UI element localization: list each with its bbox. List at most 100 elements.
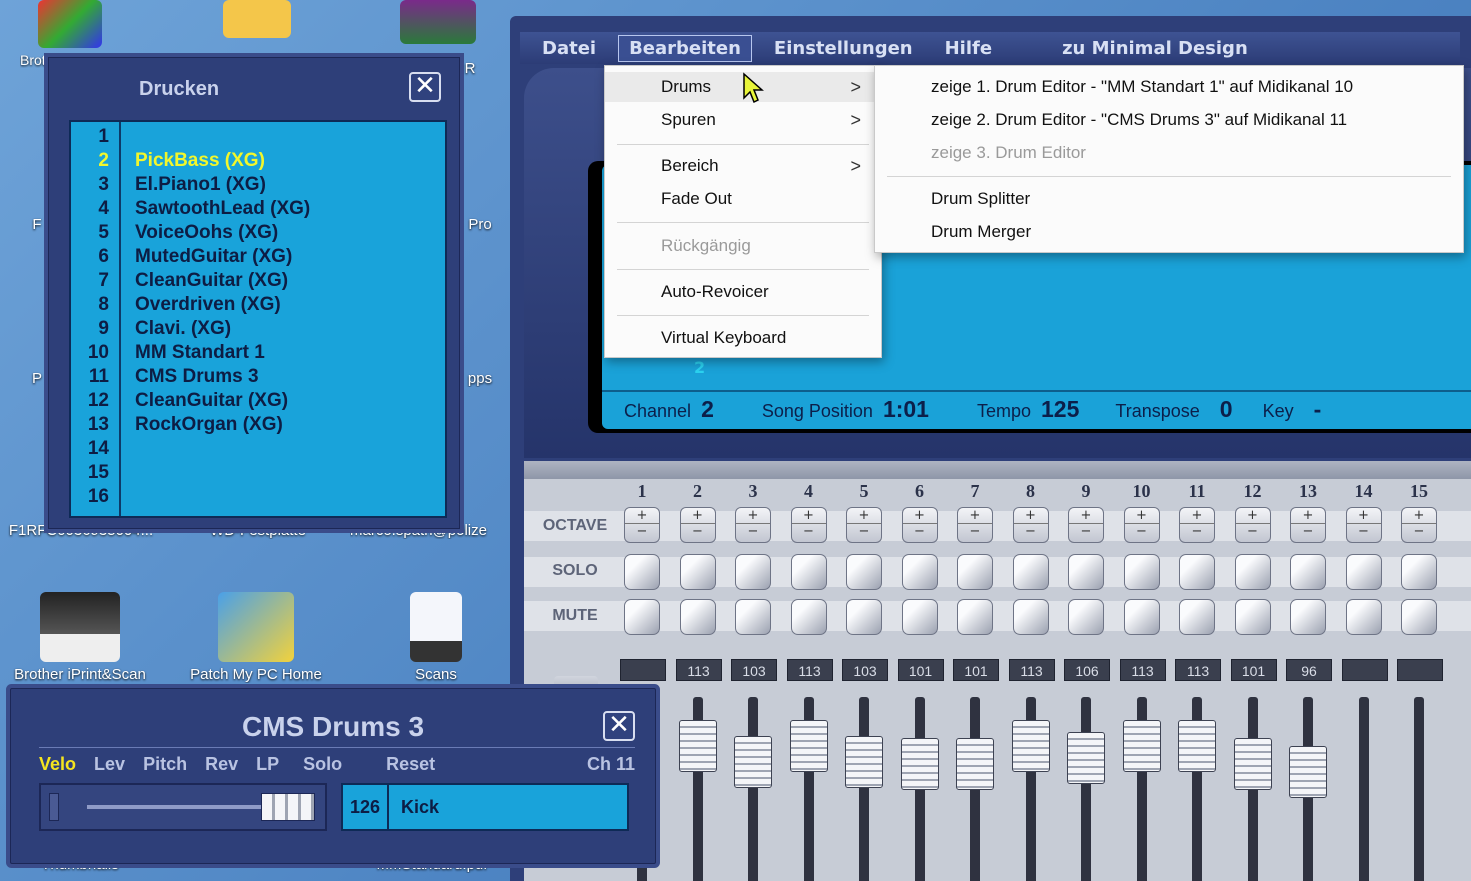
solo-button[interactable]	[1179, 554, 1215, 590]
octave-minus[interactable]: −	[1291, 523, 1325, 539]
octave-button[interactable]: + −	[1345, 507, 1382, 543]
menu-item-fade-out[interactable]: Fade Out	[605, 184, 881, 214]
mute-button[interactable]	[1345, 599, 1382, 635]
menu-einstellungen[interactable]: Einstellungen	[764, 36, 923, 61]
fader-knob[interactable]	[1011, 720, 1050, 772]
menu-item-drum-merger[interactable]: Drum Merger	[875, 217, 1463, 247]
octave-button[interactable]: + −	[846, 507, 882, 543]
desktop-icon[interactable]: Patch My PC Home	[176, 592, 336, 683]
octave-minus[interactable]: −	[1069, 523, 1103, 539]
tab-reset[interactable]: Reset	[386, 754, 435, 775]
desktop-icon[interactable]: P	[30, 370, 44, 387]
mute-button[interactable]	[679, 599, 716, 635]
tab-lp[interactable]: LP	[256, 754, 279, 775]
mute-button[interactable]	[624, 599, 660, 635]
menu-item-spuren[interactable]: Spuren >	[605, 105, 881, 135]
octave-plus[interactable]: +	[625, 508, 659, 523]
menu-item-drum-editor-2[interactable]: zeige 2. Drum Editor - "CMS Drums 3" auf…	[875, 105, 1463, 135]
octave-button[interactable]: + −	[1068, 507, 1104, 543]
octave-minus[interactable]: −	[1180, 523, 1214, 539]
octave-plus[interactable]: +	[1236, 508, 1270, 523]
octave-button[interactable]: + −	[901, 507, 938, 543]
solo-button[interactable]	[1345, 554, 1382, 590]
fader-knob[interactable]	[734, 736, 772, 788]
solo-button[interactable]	[735, 554, 771, 590]
drum-selector[interactable]: 126 Kick	[341, 783, 629, 831]
list-item[interactable]: 12 CleanGuitar (XG)	[71, 390, 445, 414]
list-item[interactable]: 4 SawtoothLead (XG)	[71, 198, 445, 222]
octave-minus[interactable]: −	[1124, 523, 1159, 539]
list-item[interactable]: 9 Clavi. (XG)	[71, 318, 445, 342]
mute-button[interactable]	[901, 599, 938, 635]
list-item[interactable]: 2 PickBass (XG)	[71, 150, 445, 174]
list-item[interactable]: 11 CMS Drums 3	[71, 366, 445, 390]
menu-item-drum-splitter[interactable]: Drum Splitter	[875, 184, 1463, 214]
mute-button[interactable]	[790, 599, 827, 635]
octave-button[interactable]: + −	[735, 507, 771, 543]
octave-minus[interactable]: −	[1402, 523, 1436, 539]
solo-button[interactable]	[679, 554, 716, 590]
menu-item-virtual-keyboard[interactable]: Virtual Keyboard	[605, 323, 881, 353]
fader-knob[interactable]	[1178, 720, 1216, 772]
octave-button[interactable]: + −	[790, 507, 827, 543]
close-icon[interactable]: ✕	[409, 72, 441, 102]
solo-button[interactable]	[1401, 554, 1437, 590]
list-item[interactable]: 15	[71, 462, 445, 486]
desktop-icon[interactable]: Scans	[386, 592, 486, 683]
solo-button[interactable]	[1012, 554, 1049, 590]
octave-button[interactable]: + −	[957, 507, 993, 543]
octave-plus[interactable]: +	[903, 508, 937, 523]
octave-plus[interactable]: +	[1402, 508, 1436, 523]
mute-button[interactable]	[735, 599, 771, 635]
list-item[interactable]: 13 RockOrgan (XG)	[71, 414, 445, 438]
mute-button[interactable]	[846, 599, 882, 635]
fader-knob[interactable]	[1067, 732, 1105, 784]
mute-button[interactable]	[1401, 599, 1437, 635]
octave-button[interactable]: + −	[1401, 507, 1437, 543]
octave-plus[interactable]: +	[1069, 508, 1103, 523]
close-icon[interactable]: ✕	[603, 711, 635, 741]
octave-button[interactable]: + −	[1123, 507, 1160, 543]
octave-plus[interactable]: +	[847, 508, 881, 523]
mute-button[interactable]	[957, 599, 993, 635]
fader-knob[interactable]	[789, 720, 828, 772]
octave-button[interactable]: + −	[1012, 507, 1049, 543]
menu-hilfe[interactable]: Hilfe	[935, 36, 1002, 61]
desktop-icon[interactable]	[222, 0, 292, 42]
solo-button[interactable]	[624, 554, 660, 590]
octave-plus[interactable]: +	[1291, 508, 1325, 523]
list-item[interactable]: 16	[71, 486, 445, 510]
mute-button[interactable]	[1234, 599, 1271, 635]
list-item[interactable]: 6 MutedGuitar (XG)	[71, 246, 445, 270]
list-item[interactable]: 5 VoiceOohs (XG)	[71, 222, 445, 246]
solo-button[interactable]	[846, 554, 882, 590]
fader-knob[interactable]	[845, 736, 883, 788]
octave-button[interactable]: + −	[679, 507, 716, 543]
octave-minus[interactable]: −	[736, 523, 770, 539]
octave-button[interactable]: + −	[1179, 507, 1215, 543]
desktop-icon[interactable]: Pro	[460, 216, 500, 233]
octave-plus[interactable]: +	[736, 508, 770, 523]
octave-button[interactable]: + −	[1234, 507, 1271, 543]
menu-item-bereich[interactable]: Bereich >	[605, 151, 881, 181]
list-item[interactable]: 7 CleanGuitar (XG)	[71, 270, 445, 294]
fader-knob[interactable]	[678, 720, 717, 772]
octave-plus[interactable]: +	[958, 508, 992, 523]
octave-minus[interactable]: −	[1013, 523, 1048, 539]
menu-bearbeiten[interactable]: Bearbeiten	[618, 34, 752, 62]
menu-item-drum-editor-1[interactable]: zeige 1. Drum Editor - "MM Standart 1" a…	[875, 72, 1463, 102]
fader-knob[interactable]	[956, 738, 994, 790]
octave-plus[interactable]: +	[1014, 508, 1048, 523]
octave-button[interactable]: + −	[624, 507, 660, 543]
desktop-icon[interactable]	[398, 0, 478, 48]
desktop-icon[interactable]: F	[30, 216, 44, 233]
solo-button[interactable]	[1290, 554, 1326, 590]
list-item[interactable]: 1	[71, 126, 445, 150]
slider-thumb[interactable]	[261, 793, 315, 821]
tab-pitch[interactable]: Pitch	[143, 754, 187, 775]
octave-minus[interactable]: −	[902, 523, 937, 539]
fader-knob[interactable]	[1289, 746, 1327, 798]
octave-plus[interactable]: +	[792, 508, 826, 523]
octave-plus[interactable]: +	[1125, 508, 1159, 523]
mute-button[interactable]	[1179, 599, 1215, 635]
